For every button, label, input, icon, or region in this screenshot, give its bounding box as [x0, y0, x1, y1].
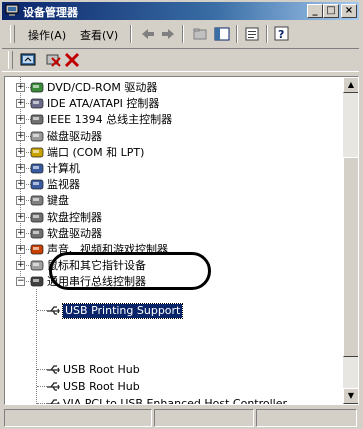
properties-icon[interactable] — [244, 26, 260, 42]
expand-toggle-icon[interactable]: + — [16, 83, 25, 92]
usb-device-item[interactable]: USB Root Hub — [5, 379, 305, 395]
expand-toggle-icon[interactable]: + — [16, 196, 25, 206]
usb-device-icon — [47, 364, 60, 374]
device-label: VIA PCI to USB Enhanced Host Controller — [63, 396, 288, 404]
svg-text:?: ? — [278, 28, 284, 41]
toolbar-separator — [266, 25, 268, 43]
tree-item[interactable]: + IDE ATA/ATAPI 控制器 — [5, 96, 335, 112]
disk-drive-icon — [30, 131, 44, 141]
usb-device-item[interactable]: USB Root Hub — [5, 362, 305, 378]
tree-item-label: IDE ATA/ATAPI 控制器 — [47, 97, 160, 111]
toolbar-grip[interactable] — [8, 51, 13, 69]
computer-icon — [30, 163, 44, 174]
menu-view[interactable]: 查看(V) — [80, 27, 118, 43]
expand-toggle-icon[interactable]: + — [16, 131, 25, 141]
forward-arrow-icon[interactable] — [160, 26, 176, 42]
device-manager-icon — [5, 4, 19, 16]
device-tree[interactable]: + DVD/CD-ROM 驱动器 + IDE ATA/ATAPI 控制器 + IEEE 1… — [5, 77, 342, 404]
expand-toggle-icon[interactable]: + — [16, 115, 25, 125]
window-title: 设备管理器 — [23, 6, 78, 19]
toolbar-separator — [182, 25, 184, 43]
usb-device-icon — [47, 398, 60, 404]
ide-controller-icon — [30, 98, 44, 109]
toolbar-grip[interactable] — [10, 25, 15, 43]
expand-toggle-icon[interactable]: + — [16, 99, 25, 109]
sound-icon — [30, 244, 44, 255]
device-label: USB Root Hub — [63, 362, 140, 376]
tree-item-label: DVD/CD-ROM 驱动器 — [47, 81, 158, 94]
menu-action[interactable]: 操作(A) — [28, 27, 66, 43]
expand-toggle-icon[interactable]: + — [16, 261, 25, 271]
ieee1394-icon — [30, 115, 44, 125]
tree-item[interactable]: + 监视器 — [5, 177, 335, 193]
toolbar-separator — [130, 25, 132, 43]
tree-item[interactable]: + IEEE 1394 总线主控制器 — [5, 112, 335, 128]
dvd-drive-icon — [30, 82, 44, 93]
scan-hardware-icon[interactable] — [20, 52, 36, 68]
scroll-up-button[interactable]: ▲ — [343, 77, 358, 93]
vertical-scrollbar[interactable]: ▲ ▼ — [343, 77, 358, 404]
collapse-toggle-icon[interactable]: − — [16, 277, 25, 287]
show-hide-tree-icon[interactable] — [214, 26, 230, 42]
menu-toolbar: 操作(A) 查看(V) ? — [2, 22, 359, 46]
back-arrow-icon[interactable] — [140, 26, 156, 42]
tree-item-label: 端口 (COM 和 LPT) — [47, 145, 145, 159]
update-driver-icon[interactable] — [46, 52, 62, 68]
tree-item-label: IEEE 1394 总线主控制器 — [47, 113, 173, 127]
highlight-circle-annotation — [49, 252, 211, 290]
usb-device-icon — [47, 381, 60, 391]
floppy-controller-icon — [30, 212, 44, 222]
device-tree-panel: + DVD/CD-ROM 驱动器 + IDE ATA/ATAPI 控制器 + IEEE 1… — [4, 76, 359, 405]
scroll-thumb[interactable] — [343, 157, 358, 357]
mouse-icon — [30, 260, 44, 271]
maximize-button[interactable]: □ — [323, 4, 339, 18]
tree-item[interactable]: + 软盘驱动器 — [5, 226, 335, 242]
expand-toggle-icon[interactable]: + — [16, 212, 25, 222]
status-bar — [2, 409, 359, 427]
uninstall-icon[interactable] — [64, 52, 80, 68]
tree-item[interactable]: + 软盘控制器 — [5, 210, 335, 226]
usb-device-item[interactable]: USB Printing Support — [5, 302, 305, 319]
tree-item[interactable]: + DVD/CD-ROM 驱动器 — [5, 80, 335, 96]
tree-item-label: 计算机 — [47, 162, 80, 175]
status-panel-1 — [4, 409, 152, 427]
title-bar[interactable]: 设备管理器 _ □ × — [2, 2, 359, 20]
keyboard-icon — [30, 196, 44, 206]
status-panel-3 — [256, 409, 357, 427]
close-button[interactable]: × — [341, 4, 357, 18]
selected-device-label: USB Printing Support — [61, 302, 184, 319]
device-label: USB Root Hub — [63, 379, 140, 393]
expand-toggle-icon[interactable]: + — [16, 228, 25, 238]
usb-device-icon — [47, 305, 60, 315]
tree-item-label: 软盘驱动器 — [47, 226, 102, 240]
help-icon[interactable]: ? — [274, 26, 290, 42]
tree-item-label: 监视器 — [47, 178, 80, 192]
expand-toggle-icon[interactable]: + — [16, 180, 25, 190]
tree-item[interactable]: + 键盘 — [5, 193, 335, 209]
tree-item[interactable]: + 端口 (COM 和 LPT) — [5, 145, 335, 161]
usb-device-item[interactable]: VIA PCI to USB Enhanced Host Controller — [5, 396, 305, 404]
expand-toggle-icon[interactable]: + — [16, 164, 25, 173]
port-icon — [30, 147, 44, 158]
device-manager-window: 设备管理器 _ □ × 操作(A) 查看(V) ? + DVD/CD-ROM 驱… — [0, 0, 363, 429]
up-folder-icon[interactable] — [192, 26, 208, 42]
tree-item-label: 磁盘驱动器 — [47, 129, 102, 143]
tree-item[interactable]: + 计算机 — [5, 161, 335, 177]
expand-toggle-icon[interactable]: + — [16, 147, 25, 157]
tree-item-label: 键盘 — [47, 194, 69, 208]
status-panel-2 — [154, 409, 254, 427]
scroll-down-button[interactable]: ▼ — [343, 388, 358, 404]
minimize-button[interactable]: _ — [307, 4, 323, 18]
floppy-drive-icon — [30, 228, 44, 239]
monitor-icon — [30, 179, 44, 190]
usb-icon — [30, 277, 44, 287]
expand-toggle-icon[interactable]: + — [16, 245, 25, 254]
toolbar-separator — [236, 25, 238, 43]
tree-item[interactable]: + 磁盘驱动器 — [5, 129, 335, 145]
tree-item-label: 软盘控制器 — [47, 210, 102, 224]
action-toolbar — [2, 48, 359, 72]
